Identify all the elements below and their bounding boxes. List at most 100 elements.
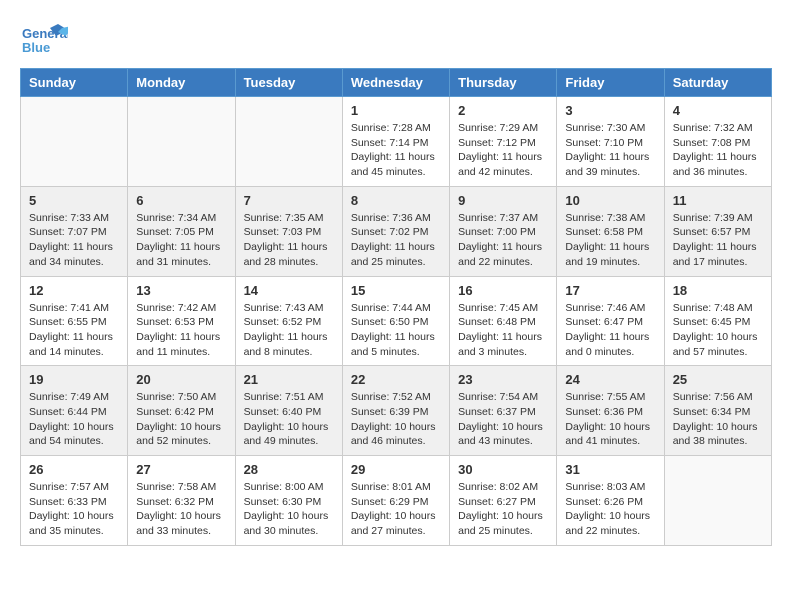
day-info: Sunrise: 8:01 AM Sunset: 6:29 PM Dayligh…: [351, 480, 441, 539]
logo-icon: General Blue: [20, 20, 68, 58]
day-number: 29: [351, 462, 441, 477]
day-number: 30: [458, 462, 548, 477]
calendar-cell: 13Sunrise: 7:42 AM Sunset: 6:53 PM Dayli…: [128, 276, 235, 366]
day-info: Sunrise: 8:02 AM Sunset: 6:27 PM Dayligh…: [458, 480, 548, 539]
day-info: Sunrise: 7:50 AM Sunset: 6:42 PM Dayligh…: [136, 390, 226, 449]
calendar-cell: 12 Sunrise: 7:41 AM Sunset: 6:55 PM Dayli…: [21, 276, 128, 366]
calendar-cell: 27 Sunrise: 7:58 AM Sunset: 6:32 PM Dayli…: [128, 456, 235, 546]
calendar-cell: 6Sunrise: 7:34 AM Sunset: 7:05 PM Daylig…: [128, 186, 235, 276]
day-number: 19: [29, 372, 119, 387]
day-info: Sunrise: 7:38 AM Sunset: 6:58 PM Dayligh…: [565, 211, 655, 270]
day-info: Sunrise: 7:37 AM Sunset: 7:00 PM Dayligh…: [458, 211, 548, 270]
day-info: Sunrise: 7:29 AM Sunset: 7:12 PM Dayligh…: [458, 121, 548, 180]
day-info: Sunrise: 7:57 AM Sunset: 6:33 PM Dayligh…: [29, 480, 119, 539]
calendar-cell: 21 Sunrise: 7:51 AM Sunset: 6:40 PM Dayli…: [235, 366, 342, 456]
day-number: 15: [351, 283, 441, 298]
col-header-monday: Monday: [128, 69, 235, 97]
day-number: 12: [29, 283, 119, 298]
day-info: Sunrise: 7:36 AM Sunset: 7:02 PM Dayligh…: [351, 211, 441, 270]
day-info: Sunrise: 7:48 AM Sunset: 6:45 PM Dayligh…: [673, 301, 763, 360]
calendar-cell: 30 Sunrise: 8:02 AM Sunset: 6:27 PM Dayli…: [450, 456, 557, 546]
calendar-week-row: 5Sunrise: 7:33 AM Sunset: 7:07 PM Daylig…: [21, 186, 772, 276]
day-info: Sunrise: 7:52 AM Sunset: 6:39 PM Dayligh…: [351, 390, 441, 449]
day-number: 3: [565, 103, 655, 118]
day-info: Sunrise: 7:30 AM Sunset: 7:10 PM Dayligh…: [565, 121, 655, 180]
calendar-cell: 23 Sunrise: 7:54 AM Sunset: 6:37 PM Dayli…: [450, 366, 557, 456]
col-header-tuesday: Tuesday: [235, 69, 342, 97]
day-info: Sunrise: 7:56 AM Sunset: 6:34 PM Dayligh…: [673, 390, 763, 449]
calendar-cell: 5Sunrise: 7:33 AM Sunset: 7:07 PM Daylig…: [21, 186, 128, 276]
day-number: 23: [458, 372, 548, 387]
day-number: 18: [673, 283, 763, 298]
calendar-cell: [235, 97, 342, 187]
calendar-cell: 16 Sunrise: 7:45 AM Sunset: 6:48 PM Dayli…: [450, 276, 557, 366]
col-header-sunday: Sunday: [21, 69, 128, 97]
calendar-cell: 20 Sunrise: 7:50 AM Sunset: 6:42 PM Dayli…: [128, 366, 235, 456]
col-header-friday: Friday: [557, 69, 664, 97]
calendar-week-row: 26 Sunrise: 7:57 AM Sunset: 6:33 PM Dayli…: [21, 456, 772, 546]
calendar-cell: 18 Sunrise: 7:48 AM Sunset: 6:45 PM Dayli…: [664, 276, 771, 366]
day-info: Sunrise: 7:43 AM Sunset: 6:52 PM Dayligh…: [244, 301, 334, 360]
col-header-saturday: Saturday: [664, 69, 771, 97]
day-number: 31: [565, 462, 655, 477]
calendar-cell: 10 Sunrise: 7:38 AM Sunset: 6:58 PM Dayli…: [557, 186, 664, 276]
calendar-cell: [664, 456, 771, 546]
calendar-cell: 7 Sunrise: 7:35 AM Sunset: 7:03 PM Daylig…: [235, 186, 342, 276]
calendar-cell: 3 Sunrise: 7:30 AM Sunset: 7:10 PM Daylig…: [557, 97, 664, 187]
day-number: 1: [351, 103, 441, 118]
calendar-cell: 9 Sunrise: 7:37 AM Sunset: 7:00 PM Daylig…: [450, 186, 557, 276]
calendar-cell: 28Sunrise: 8:00 AM Sunset: 6:30 PM Dayli…: [235, 456, 342, 546]
calendar-cell: 1 Sunrise: 7:28 AM Sunset: 7:14 PM Daylig…: [342, 97, 449, 187]
logo: General Blue: [20, 20, 68, 58]
day-info: Sunrise: 7:58 AM Sunset: 6:32 PM Dayligh…: [136, 480, 226, 539]
calendar-cell: 11 Sunrise: 7:39 AM Sunset: 6:57 PM Dayli…: [664, 186, 771, 276]
day-number: 11: [673, 193, 763, 208]
calendar-cell: 31 Sunrise: 8:03 AM Sunset: 6:26 PM Dayli…: [557, 456, 664, 546]
calendar-week-row: 12 Sunrise: 7:41 AM Sunset: 6:55 PM Dayli…: [21, 276, 772, 366]
day-info: Sunrise: 7:46 AM Sunset: 6:47 PM Dayligh…: [565, 301, 655, 360]
day-number: 4: [673, 103, 763, 118]
day-info: Sunrise: 7:45 AM Sunset: 6:48 PM Dayligh…: [458, 301, 548, 360]
day-number: 26: [29, 462, 119, 477]
day-number: 8: [351, 193, 441, 208]
day-info: Sunrise: 7:39 AM Sunset: 6:57 PM Dayligh…: [673, 211, 763, 270]
calendar-cell: 24 Sunrise: 7:55 AM Sunset: 6:36 PM Dayli…: [557, 366, 664, 456]
day-number: 21: [244, 372, 334, 387]
day-info: Sunrise: 7:44 AM Sunset: 6:50 PM Dayligh…: [351, 301, 441, 360]
col-header-thursday: Thursday: [450, 69, 557, 97]
calendar-cell: 19Sunrise: 7:49 AM Sunset: 6:44 PM Dayli…: [21, 366, 128, 456]
calendar-cell: 15 Sunrise: 7:44 AM Sunset: 6:50 PM Dayli…: [342, 276, 449, 366]
calendar-cell: 14 Sunrise: 7:43 AM Sunset: 6:52 PM Dayli…: [235, 276, 342, 366]
calendar-table: SundayMondayTuesdayWednesdayThursdayFrid…: [20, 68, 772, 546]
day-number: 24: [565, 372, 655, 387]
day-info: Sunrise: 7:55 AM Sunset: 6:36 PM Dayligh…: [565, 390, 655, 449]
calendar-cell: [128, 97, 235, 187]
day-info: Sunrise: 7:35 AM Sunset: 7:03 PM Dayligh…: [244, 211, 334, 270]
calendar-cell: 8 Sunrise: 7:36 AM Sunset: 7:02 PM Daylig…: [342, 186, 449, 276]
calendar-cell: 29 Sunrise: 8:01 AM Sunset: 6:29 PM Dayli…: [342, 456, 449, 546]
day-number: 10: [565, 193, 655, 208]
day-info: Sunrise: 7:28 AM Sunset: 7:14 PM Dayligh…: [351, 121, 441, 180]
calendar-cell: 26 Sunrise: 7:57 AM Sunset: 6:33 PM Dayli…: [21, 456, 128, 546]
day-number: 20: [136, 372, 226, 387]
day-number: 27: [136, 462, 226, 477]
calendar-week-row: 1 Sunrise: 7:28 AM Sunset: 7:14 PM Daylig…: [21, 97, 772, 187]
svg-text:Blue: Blue: [22, 40, 50, 55]
day-info: Sunrise: 7:51 AM Sunset: 6:40 PM Dayligh…: [244, 390, 334, 449]
calendar-week-row: 19Sunrise: 7:49 AM Sunset: 6:44 PM Dayli…: [21, 366, 772, 456]
day-number: 14: [244, 283, 334, 298]
day-info: Sunrise: 7:33 AM Sunset: 7:07 PM Dayligh…: [29, 211, 119, 270]
day-info: Sunrise: 7:54 AM Sunset: 6:37 PM Dayligh…: [458, 390, 548, 449]
day-number: 2: [458, 103, 548, 118]
day-number: 16: [458, 283, 548, 298]
page-header: General Blue: [20, 20, 772, 58]
day-number: 6: [136, 193, 226, 208]
day-info: Sunrise: 7:41 AM Sunset: 6:55 PM Dayligh…: [29, 301, 119, 360]
day-number: 25: [673, 372, 763, 387]
calendar-cell: 4Sunrise: 7:32 AM Sunset: 7:08 PM Daylig…: [664, 97, 771, 187]
day-number: 9: [458, 193, 548, 208]
day-info: Sunrise: 8:03 AM Sunset: 6:26 PM Dayligh…: [565, 480, 655, 539]
day-number: 13: [136, 283, 226, 298]
calendar-cell: 22Sunrise: 7:52 AM Sunset: 6:39 PM Dayli…: [342, 366, 449, 456]
day-number: 7: [244, 193, 334, 208]
